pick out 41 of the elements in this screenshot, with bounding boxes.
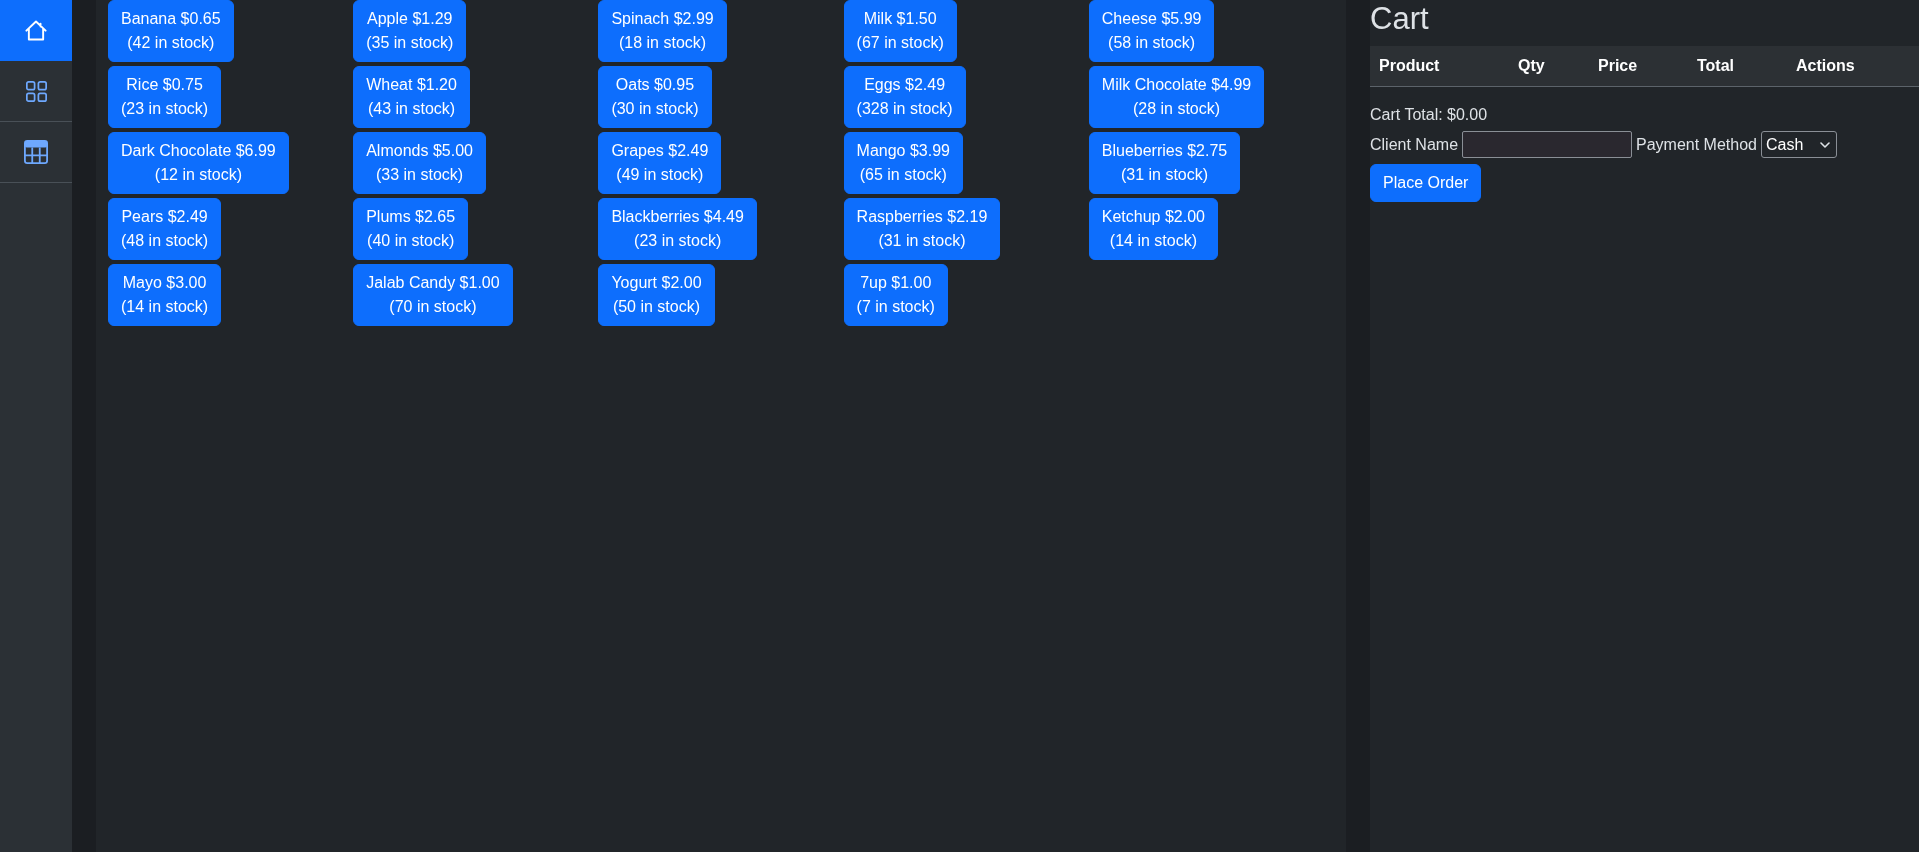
chevron-down-icon <box>1820 141 1830 148</box>
product-button[interactable]: Apple $1.29 (35 in stock) <box>353 0 467 62</box>
product-button[interactable]: Eggs $2.49 (328 in stock) <box>843 66 966 128</box>
product-button[interactable]: Blueberries $2.75 (31 in stock) <box>1088 132 1241 194</box>
payment-method-select[interactable]: Cash <box>1761 131 1837 158</box>
client-name-label: Client Name <box>1370 134 1459 155</box>
product-button[interactable]: Pears $2.49 (48 in stock) <box>108 198 222 260</box>
product-button[interactable]: Mango $3.99 (65 in stock) <box>843 132 963 194</box>
product-button[interactable]: Mayo $3.00 (14 in stock) <box>108 264 222 326</box>
column-header: Product <box>1378 56 1441 76</box>
grid-icon <box>25 80 47 102</box>
product-button[interactable]: Oats $0.95 (30 in stock) <box>598 66 712 128</box>
cart-total: Cart Total: $0.00 <box>1370 105 1489 125</box>
product-button[interactable]: 7up $1.00 (7 in stock) <box>843 264 948 326</box>
client-name-field[interactable] <box>1462 131 1633 158</box>
table-icon <box>24 140 48 164</box>
product-button[interactable]: Raspberries $2.19 (31 in stock) <box>843 198 1001 260</box>
product-button[interactable]: Grapes $2.49 (49 in stock) <box>598 132 722 194</box>
product-button[interactable]: Wheat $1.20 (43 in stock) <box>353 66 470 128</box>
product-button[interactable]: Plums $2.65 (40 in stock) <box>353 198 469 260</box>
column-header: Qty <box>1517 56 1546 76</box>
column-header: Price <box>1597 56 1639 76</box>
payment-method-label: Payment Method <box>1636 134 1757 155</box>
product-button[interactable]: Jalab Candy $1.00 (70 in stock) <box>353 264 513 326</box>
product-button[interactable]: Banana $0.65 (42 in stock) <box>108 0 234 62</box>
product-button[interactable]: Rice $0.75 (23 in stock) <box>108 66 222 128</box>
product-button[interactable]: Cheese $5.99 (58 in stock) <box>1088 0 1215 62</box>
place-order-button[interactable]: Place Order <box>1370 164 1482 202</box>
product-button[interactable]: Spinach $2.99 (18 in stock) <box>598 0 727 62</box>
home-icon <box>25 19 47 41</box>
product-button[interactable]: Milk Chocolate $4.99 (28 in stock) <box>1088 66 1265 128</box>
product-button[interactable]: Ketchup $2.00 (14 in stock) <box>1088 198 1218 260</box>
column-header: Actions <box>1795 56 1856 76</box>
product-button[interactable]: Dark Chocolate $6.99 (12 in stock) <box>108 132 289 194</box>
product-button[interactable]: Milk $1.50 (67 in stock) <box>843 0 957 62</box>
sidebar-item[interactable] <box>0 0 72 61</box>
column-header: Total <box>1696 56 1736 76</box>
cart-title: Cart <box>1370 0 1430 38</box>
product-button[interactable]: Almonds $5.00 (33 in stock) <box>353 132 486 194</box>
product-button[interactable]: Blackberries $4.49 (23 in stock) <box>598 198 757 260</box>
product-button[interactable]: Yogurt $2.00 (50 in stock) <box>598 264 715 326</box>
